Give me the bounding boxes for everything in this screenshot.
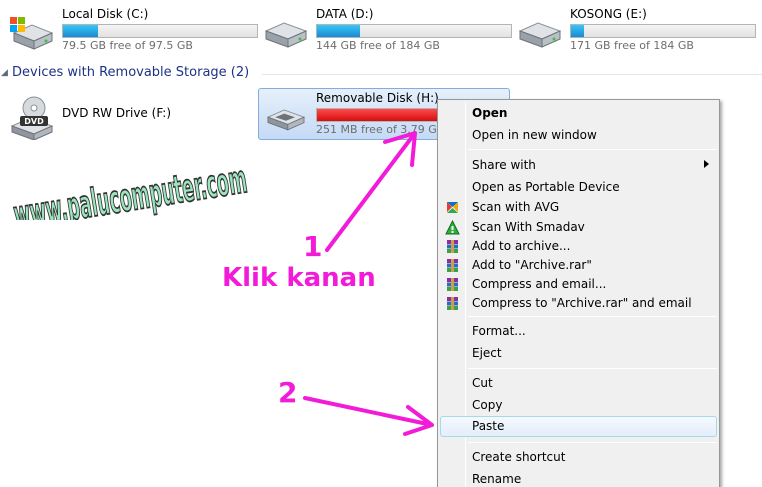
menu-item-label: Open	[472, 106, 508, 120]
drive-usage-bar	[570, 24, 756, 38]
menu-item-open-new-window[interactable]: Open in new window	[440, 125, 717, 146]
drive-kosong-e[interactable]: KOSONG (E:) 171 GB free of 184 GB	[516, 7, 762, 52]
arrow-1	[325, 131, 417, 252]
drive-free-space: 251 MB free of 3.79 GB	[316, 123, 445, 136]
dvd-drive-icon: DVD	[10, 96, 54, 140]
context-menu: Open Open in new window Share with Open …	[437, 99, 720, 487]
drive-name: Local Disk (C:)	[62, 7, 149, 21]
windows-disk-icon	[10, 17, 54, 50]
menu-item-label: Paste	[472, 419, 505, 433]
menu-item-label: Cut	[472, 376, 493, 390]
menu-item-label: Open as Portable Device	[472, 180, 620, 194]
drive-name: DATA (D:)	[316, 7, 374, 21]
drive-local-disk-c[interactable]: Local Disk (C:) 79.5 GB free of 97.5 GB	[8, 7, 260, 52]
menu-item-rename[interactable]: Rename	[440, 469, 717, 487]
menu-item-scan-smadav[interactable]: Scan With Smadav	[440, 217, 717, 238]
menu-item-label: Add to archive...	[472, 239, 571, 253]
menu-item-label: Add to "Archive.rar"	[472, 258, 592, 272]
menu-item-compress-and-email[interactable]: Compress and email...	[440, 274, 717, 295]
menu-item-open-portable-device[interactable]: Open as Portable Device	[440, 177, 717, 198]
removable-disk-icon	[266, 109, 306, 131]
winrar-icon	[447, 297, 458, 310]
collapse-chevron-icon[interactable]: ◢	[1, 68, 8, 78]
menu-item-label: Scan With Smadav	[472, 220, 585, 234]
watermark-logo: www.palucomputer.com	[10, 156, 251, 220]
submenu-arrow-icon	[704, 160, 709, 168]
drive-usage-bar	[316, 24, 512, 38]
menu-item-format[interactable]: Format...	[440, 321, 717, 342]
menu-separator	[468, 149, 717, 150]
section-divider	[262, 74, 762, 75]
menu-item-label: Copy	[472, 398, 503, 412]
menu-item-label: Rename	[472, 472, 522, 486]
menu-item-share-with[interactable]: Share with	[440, 155, 717, 176]
menu-separator	[468, 368, 717, 369]
step-2-number: 2	[278, 376, 298, 409]
drive-free-space: 79.5 GB free of 97.5 GB	[62, 39, 193, 52]
menu-separator	[468, 316, 717, 317]
drive-free-space: 171 GB free of 184 GB	[570, 39, 694, 52]
menu-item-label: Compress and email...	[472, 277, 607, 291]
hard-disk-icon	[264, 22, 308, 48]
menu-item-copy[interactable]: Copy	[440, 395, 717, 416]
menu-item-open[interactable]: Open	[440, 103, 717, 124]
hard-disk-icon	[518, 22, 562, 48]
drive-usage-fill	[317, 25, 360, 37]
arrow-2	[303, 396, 434, 436]
watermark-text: www.palucomputer.com	[11, 157, 250, 220]
step-1-label: Klik kanan	[222, 263, 376, 293]
menu-item-label: Open in new window	[472, 128, 597, 142]
drive-data-d[interactable]: DATA (D:) 144 GB free of 184 GB	[262, 7, 514, 52]
winrar-icon	[447, 240, 458, 253]
drive-free-space: 144 GB free of 184 GB	[316, 39, 440, 52]
winrar-icon	[447, 259, 458, 272]
drive-usage-fill	[571, 25, 584, 37]
smadav-icon	[445, 220, 460, 235]
menu-item-add-to-archive[interactable]: Add to archive...	[440, 236, 717, 257]
menu-item-label: Scan with AVG	[472, 200, 560, 214]
avg-icon	[447, 202, 458, 213]
menu-item-label: Share with	[472, 158, 536, 172]
menu-item-add-to-archive-rar[interactable]: Add to "Archive.rar"	[440, 255, 717, 276]
menu-item-cut[interactable]: Cut	[440, 373, 717, 394]
section-title: Devices with Removable Storage (2)	[12, 65, 250, 80]
menu-item-label: Compress to "Archive.rar" and email	[472, 296, 692, 310]
menu-item-paste[interactable]: Paste	[440, 416, 717, 437]
menu-item-label: Create shortcut	[472, 450, 566, 464]
menu-item-scan-avg[interactable]: Scan with AVG	[440, 197, 717, 218]
dvd-badge: DVD	[24, 117, 44, 126]
drive-name: DVD RW Drive (F:)	[62, 106, 172, 120]
menu-item-eject[interactable]: Eject	[440, 343, 717, 364]
step-1-number: 1	[303, 230, 323, 263]
removable-storage-section-header[interactable]: ◢ Devices with Removable Storage (2)	[0, 64, 762, 84]
menu-item-create-shortcut[interactable]: Create shortcut	[440, 447, 717, 468]
menu-separator	[468, 442, 717, 443]
drive-usage-bar	[62, 24, 258, 38]
drive-name: KOSONG (E:)	[570, 7, 647, 21]
menu-item-label: Eject	[472, 346, 502, 360]
drive-usage-fill	[63, 25, 98, 37]
menu-item-label: Format...	[472, 324, 526, 338]
winrar-icon	[447, 278, 458, 291]
drive-name: Removable Disk (H:)	[316, 91, 439, 105]
menu-item-compress-rar-and-email[interactable]: Compress to "Archive.rar" and email	[440, 293, 717, 314]
